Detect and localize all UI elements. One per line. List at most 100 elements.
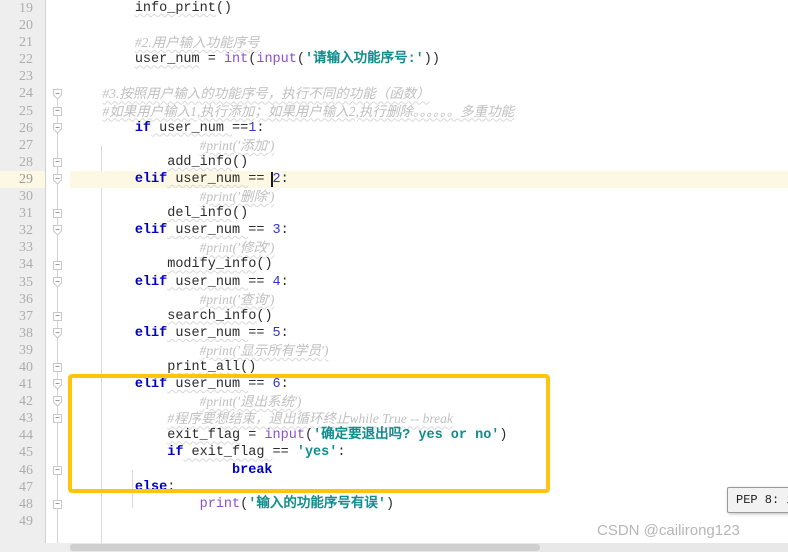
horizontal-scrollbar[interactable] bbox=[70, 543, 788, 552]
token-op: == bbox=[248, 223, 273, 239]
code-line[interactable]: print('输入的功能序号有误') bbox=[70, 496, 788, 513]
line-number: 42 bbox=[19, 394, 33, 410]
token-id: user_num bbox=[167, 223, 249, 239]
code-line[interactable]: #print('显示所有学员') bbox=[70, 342, 788, 359]
code-line[interactable]: if user_num ==1: bbox=[70, 120, 788, 137]
code-line[interactable]: elif user_num == 6: bbox=[70, 376, 788, 393]
code-line[interactable]: user_num = int(input('请输入功能序号:')) bbox=[70, 51, 788, 68]
code-line-text: elif user_num == 4: bbox=[70, 275, 289, 290]
code-line-text: info_print() bbox=[70, 1, 232, 16]
code-line[interactable]: break bbox=[70, 462, 788, 479]
code-line-text: #print('查询') bbox=[70, 292, 275, 309]
token-op: == bbox=[248, 274, 273, 290]
code-line[interactable]: #程序要想结束，退出循环终止while True -- break bbox=[70, 410, 788, 427]
token-fn: del_info bbox=[167, 206, 233, 222]
code-line[interactable]: #print('删除') bbox=[70, 188, 788, 205]
code-line[interactable]: elif user_num == 4: bbox=[70, 274, 788, 291]
code-editor[interactable]: 19 20 21 22 23 24 25 26 27 28 29 30 31 32 33 34 35 36 37 38… bbox=[0, 0, 788, 552]
code-line[interactable]: del_info() bbox=[70, 205, 788, 222]
line-number: 33 bbox=[19, 240, 33, 256]
code-line[interactable] bbox=[70, 68, 788, 85]
code-content[interactable]: info_print() #2.用户输入功能序号 user_num = int(… bbox=[70, 0, 788, 552]
horizontal-scrollbar-thumb[interactable] bbox=[70, 544, 540, 551]
token-op: () bbox=[215, 1, 233, 16]
line-number: 24 bbox=[19, 86, 33, 102]
fold-marker-minus[interactable] bbox=[51, 156, 64, 169]
fold-marker-minus[interactable] bbox=[51, 498, 64, 511]
token-op: : bbox=[280, 171, 289, 187]
code-line-text: print_all() bbox=[70, 360, 256, 375]
code-line[interactable]: #2.用户输入功能序号 bbox=[70, 34, 788, 51]
code-line-text: #print('删除') bbox=[70, 189, 275, 206]
token-cmt: #如果用户输入1,执行添加；如果用户输入2,执行删除。。。。。。多重功能 bbox=[102, 103, 515, 119]
fold-marker-minus[interactable] bbox=[51, 361, 64, 374]
fold-marker-minus-down[interactable] bbox=[51, 276, 64, 289]
fold-marker-minus-down[interactable] bbox=[51, 122, 64, 135]
code-line[interactable]: info_print() bbox=[70, 0, 788, 17]
fold-marker-minus[interactable] bbox=[51, 207, 64, 220]
line-number-column: 19 20 21 22 23 24 25 26 27 28 29 30 31 32 33 34 35 36 37 38… bbox=[0, 0, 39, 530]
code-line[interactable]: elif user_num == 2: bbox=[70, 171, 788, 188]
code-line[interactable]: #print('修改') bbox=[70, 239, 788, 256]
code-line[interactable]: modify_info() bbox=[70, 256, 788, 273]
code-line-text: #print('退出系统') bbox=[70, 394, 302, 411]
line-number: 31 bbox=[19, 206, 33, 222]
scrollbar-corner bbox=[0, 543, 70, 552]
fold-marker-minus[interactable] bbox=[51, 259, 64, 272]
fold-marker-minus-down[interactable] bbox=[51, 327, 64, 340]
fold-marker-minus[interactable] bbox=[51, 464, 64, 477]
code-line[interactable]: search_info() bbox=[70, 308, 788, 325]
token-id: user_num bbox=[167, 171, 249, 187]
code-line[interactable]: if exit_flag == 'yes': bbox=[70, 444, 788, 461]
fold-marker-minus-down[interactable] bbox=[51, 224, 64, 237]
token-str: '输入的功能序号有误' bbox=[248, 496, 386, 512]
line-number: 39 bbox=[19, 342, 33, 358]
code-line[interactable]: add_info() bbox=[70, 154, 788, 171]
code-line[interactable]: else: bbox=[70, 479, 788, 496]
code-line[interactable] bbox=[70, 17, 788, 34]
code-line[interactable]: print_all() bbox=[70, 359, 788, 376]
token-fn: modify_info bbox=[167, 257, 257, 273]
token-op: == bbox=[248, 377, 273, 393]
fold-marker-minus-down[interactable] bbox=[51, 88, 64, 101]
token-num: 3 bbox=[272, 223, 281, 239]
fold-marker-minus[interactable] bbox=[51, 310, 64, 323]
token-bi: input bbox=[256, 52, 297, 68]
line-number: 20 bbox=[19, 18, 33, 34]
line-number: 46 bbox=[19, 462, 33, 478]
code-line[interactable]: elif user_num == 3: bbox=[70, 222, 788, 239]
line-number: 40 bbox=[19, 359, 33, 375]
token-fn: info_print bbox=[134, 1, 216, 16]
token-bi: input bbox=[264, 428, 305, 444]
code-line[interactable]: exit_flag = input('确定要退出吗? yes or no') bbox=[70, 427, 788, 444]
code-line[interactable]: #print('添加') bbox=[70, 137, 788, 154]
line-number: 22 bbox=[19, 52, 33, 68]
token-cmt: #print('修改') bbox=[199, 240, 275, 256]
line-number: 32 bbox=[19, 223, 33, 239]
fold-marker-minus-down[interactable] bbox=[51, 378, 64, 391]
token-op: = bbox=[199, 52, 224, 68]
code-line[interactable]: #3.按照用户输入的功能序号，执行不同的功能（函数） bbox=[70, 85, 788, 102]
code-line-text: #如果用户输入1,执行添加；如果用户输入2,执行删除。。。。。。多重功能 bbox=[70, 103, 515, 121]
code-line[interactable]: #print('查询') bbox=[70, 291, 788, 308]
code-line[interactable]: #print('退出系统') bbox=[70, 393, 788, 410]
token-bi: int bbox=[223, 52, 249, 68]
token-fn: search_info bbox=[167, 308, 257, 324]
code-line[interactable]: #如果用户输入1,执行添加；如果用户输入2,执行删除。。。。。。多重功能 bbox=[70, 103, 788, 120]
fold-marker-minus[interactable] bbox=[51, 105, 64, 118]
line-number: 35 bbox=[19, 274, 33, 290]
line-number: 34 bbox=[19, 257, 33, 273]
token-cmt: #print('退出系统') bbox=[199, 394, 302, 410]
fold-marker-minus-down[interactable] bbox=[51, 395, 64, 408]
code-line-text: if user_num ==1: bbox=[70, 121, 265, 136]
fold-marker-minus-down[interactable] bbox=[51, 173, 64, 186]
code-line-text: #print('修改') bbox=[70, 240, 275, 257]
token-str: 'yes' bbox=[296, 445, 338, 461]
line-number: 26 bbox=[19, 120, 33, 136]
token-cmt: #print('显示所有学员') bbox=[199, 342, 329, 358]
code-line[interactable]: elif user_num == 5: bbox=[70, 325, 788, 342]
fold-marker-minus[interactable] bbox=[51, 412, 64, 425]
token-num: 5 bbox=[272, 325, 281, 341]
token-op: : bbox=[337, 445, 346, 461]
code-line-text: else: bbox=[70, 480, 176, 495]
